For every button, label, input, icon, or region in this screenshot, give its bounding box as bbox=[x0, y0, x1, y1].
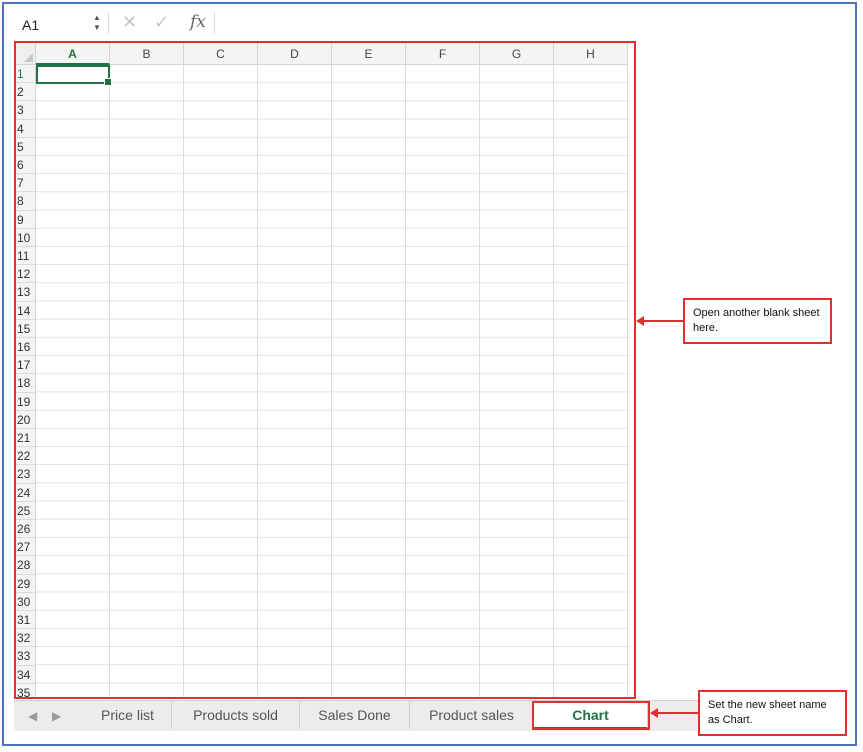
row-header-1[interactable]: 1 bbox=[16, 65, 36, 84]
sheet-tab-product-sales[interactable]: Product sales bbox=[410, 701, 534, 729]
row-header-15[interactable]: 15 bbox=[16, 319, 36, 338]
formula-bar-separator bbox=[108, 12, 109, 34]
column-header-e[interactable]: E bbox=[332, 43, 406, 65]
row-header-35[interactable]: 35 bbox=[16, 683, 36, 697]
row-header-31[interactable]: 31 bbox=[16, 611, 36, 630]
column-header-d[interactable]: D bbox=[258, 43, 332, 65]
formula-input-separator bbox=[214, 12, 215, 34]
row-header-22[interactable]: 22 bbox=[16, 447, 36, 466]
row-header-29[interactable]: 29 bbox=[16, 574, 36, 593]
row-header-21[interactable]: 21 bbox=[16, 429, 36, 448]
row-header-34[interactable]: 34 bbox=[16, 665, 36, 684]
row-header-12[interactable]: 12 bbox=[16, 265, 36, 284]
row-header-25[interactable]: 25 bbox=[16, 501, 36, 520]
column-header-c[interactable]: C bbox=[184, 43, 258, 65]
row-header-14[interactable]: 14 bbox=[16, 301, 36, 320]
row-header-11[interactable]: 11 bbox=[16, 247, 36, 266]
row-header-5[interactable]: 5 bbox=[16, 137, 36, 156]
row-header-30[interactable]: 30 bbox=[16, 592, 36, 611]
select-all-icon bbox=[24, 53, 33, 62]
row-header-18[interactable]: 18 bbox=[16, 374, 36, 393]
row-header-19[interactable]: 19 bbox=[16, 392, 36, 411]
row-header-32[interactable]: 32 bbox=[16, 629, 36, 648]
stepper-up-icon[interactable]: ▲ bbox=[92, 13, 102, 23]
row-header-4[interactable]: 4 bbox=[16, 119, 36, 138]
confirm-icon[interactable]: ✓ bbox=[154, 12, 169, 33]
cancel-icon[interactable]: ✕ bbox=[122, 12, 137, 33]
sheet-tab-price-list[interactable]: Price list bbox=[84, 701, 172, 729]
row-header-9[interactable]: 9 bbox=[16, 210, 36, 229]
spreadsheet-grid[interactable]: A B C D E F G H 1 2 3 4 5 6 7 8 9 10 11 12 13 14 15 16 17 18 19 20 2… bbox=[16, 43, 630, 697]
row-header-20[interactable]: 20 bbox=[16, 410, 36, 429]
row-header-24[interactable]: 24 bbox=[16, 483, 36, 502]
row-header-26[interactable]: 26 bbox=[16, 520, 36, 539]
row-header-8[interactable]: 8 bbox=[16, 192, 36, 211]
next-sheet-icon[interactable]: ▶ bbox=[52, 709, 61, 723]
name-box[interactable]: A1 ▲ ▼ bbox=[14, 10, 106, 38]
name-box-stepper[interactable]: ▲ ▼ bbox=[92, 13, 102, 35]
row-header-27[interactable]: 27 bbox=[16, 538, 36, 557]
sheet-tab-products-sold[interactable]: Products sold bbox=[172, 701, 300, 729]
row-header-13[interactable]: 13 bbox=[16, 283, 36, 302]
column-header-a[interactable]: A bbox=[36, 43, 110, 65]
column-header-g[interactable]: G bbox=[480, 43, 554, 65]
sheet-tab-sales-done[interactable]: Sales Done bbox=[300, 701, 410, 729]
fill-handle[interactable] bbox=[104, 78, 112, 86]
tab-callout: Set the new sheet name as Chart. bbox=[698, 690, 847, 736]
name-box-value: A1 bbox=[22, 17, 40, 33]
cell-area[interactable] bbox=[36, 65, 630, 697]
row-header-7[interactable]: 7 bbox=[16, 174, 36, 193]
row-header-6[interactable]: 6 bbox=[16, 156, 36, 175]
prev-sheet-icon[interactable]: ◀ bbox=[28, 709, 37, 723]
row-header-10[interactable]: 10 bbox=[16, 228, 36, 247]
select-all-corner[interactable] bbox=[16, 43, 36, 65]
selected-cell-a1[interactable] bbox=[36, 65, 112, 86]
sheet-tab-chart[interactable]: Chart bbox=[534, 701, 648, 729]
row-header-33[interactable]: 33 bbox=[16, 647, 36, 666]
row-header-2[interactable]: 2 bbox=[16, 83, 36, 102]
stepper-down-icon[interactable]: ▼ bbox=[92, 23, 102, 33]
row-header-23[interactable]: 23 bbox=[16, 465, 36, 484]
grid-callout: Open another blank sheet here. bbox=[683, 298, 832, 344]
row-header-28[interactable]: 28 bbox=[16, 556, 36, 575]
row-header-16[interactable]: 16 bbox=[16, 338, 36, 357]
insert-function-icon[interactable]: fx bbox=[190, 12, 206, 32]
tab-arrow-line bbox=[656, 712, 698, 714]
column-header-f[interactable]: F bbox=[406, 43, 480, 65]
row-header-17[interactable]: 17 bbox=[16, 356, 36, 375]
grid-arrow-line bbox=[642, 320, 683, 322]
column-header-h[interactable]: H bbox=[554, 43, 628, 65]
row-header-3[interactable]: 3 bbox=[16, 101, 36, 120]
column-header-b[interactable]: B bbox=[110, 43, 184, 65]
